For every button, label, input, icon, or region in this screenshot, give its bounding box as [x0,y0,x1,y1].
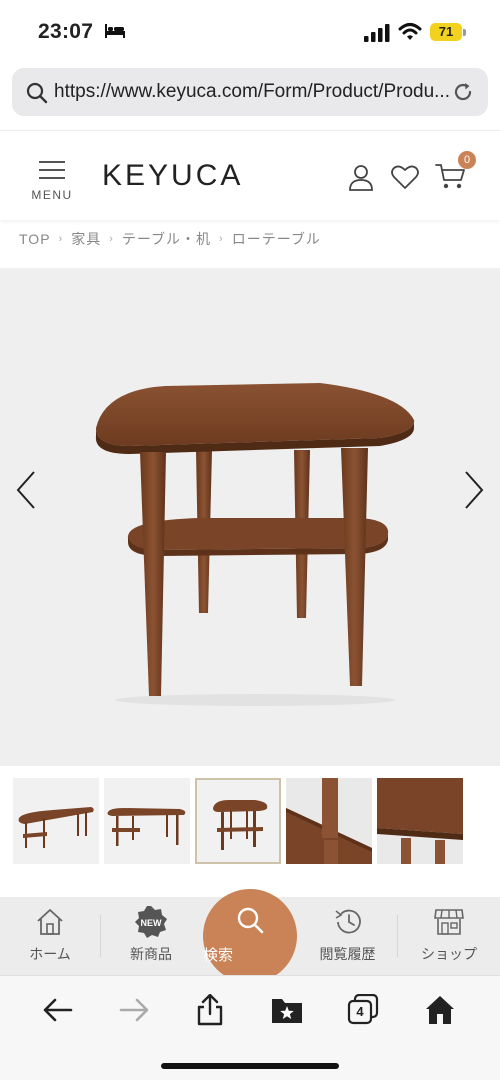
wifi-icon [398,23,422,40]
nav-label: ホーム [29,946,71,962]
home-icon[interactable] [423,994,457,1026]
nav-label: 新商品 [130,946,172,962]
cart-count-badge: 0 [458,151,476,169]
site-logo[interactable]: KEYUCA [102,159,243,193]
thumbnail-5[interactable] [377,778,463,864]
previous-image-arrow-icon[interactable] [10,468,42,512]
nav-label: 閲覧履歴 [319,946,376,962]
product-photo [95,383,415,706]
new-badge-icon: NEW [135,906,167,938]
breadcrumb-item-furniture[interactable]: 家具 [71,229,101,249]
breadcrumb: TOP › 家具 › テーブル・机 › ローテーブル [19,228,321,250]
home-indicator [161,1063,339,1069]
breadcrumb-separator: › [58,233,64,245]
next-image-arrow-icon[interactable] [458,468,490,512]
shop-icon [434,909,464,935]
share-icon[interactable] [193,994,227,1026]
breadcrumb-item-low-table[interactable]: ローテーブル [232,229,321,249]
heart-icon[interactable] [391,164,419,190]
breadcrumb-item-tables[interactable]: テーブル・机 [122,229,211,249]
nav-item-new[interactable]: NEW 新商品 [101,897,201,975]
menu-button[interactable]: MENU [30,159,74,202]
status-bar: 23:07 71 [0,0,500,62]
search-icon [237,907,264,934]
reload-icon[interactable] [452,81,474,103]
thumbnail-2[interactable] [104,778,190,864]
new-badge-text: NEW [141,918,163,928]
nav-item-shop[interactable]: ショップ [398,897,500,975]
battery-indicator: 71 [430,23,462,41]
nav-label: ショップ [421,946,477,962]
signal-icon [364,24,390,42]
user-icon[interactable] [347,163,375,191]
house-icon [37,909,63,935]
tabs-count: 4 [356,1004,364,1019]
breadcrumb-item-top[interactable]: TOP [19,231,51,247]
url-bar[interactable]: https://www.keyuca.com/Form/Product/Prod… [12,68,488,116]
thumbnail-3-active[interactable] [195,778,281,864]
breadcrumb-separator: › [109,233,114,245]
status-time: 23:07 [38,20,94,43]
breadcrumb-separator: › [219,233,224,245]
history-icon [335,909,361,934]
nav-item-search[interactable]: 検索 [203,889,297,983]
product-main-image[interactable] [0,268,500,766]
back-arrow-icon[interactable] [41,994,75,1026]
search-icon [26,82,48,104]
thumbnail-1[interactable] [13,778,99,864]
url-text[interactable]: https://www.keyuca.com/Form/Product/Prod… [54,81,454,103]
menu-label: MENU [31,188,73,202]
bed-icon [105,24,125,38]
thumbnail-4[interactable] [286,778,372,864]
nav-item-home[interactable]: ホーム [0,897,100,975]
tabs-button[interactable]: 4 [346,994,380,1026]
nav-label: 検索 [203,947,234,964]
nav-item-history[interactable]: 閲覧履歴 [300,897,395,975]
battery-cap [463,29,466,36]
thumbnail-strip [13,778,493,866]
forward-arrow-icon[interactable] [117,994,151,1026]
site-header: MENU KEYUCA [0,130,500,220]
bookmarks-icon[interactable] [270,994,304,1026]
